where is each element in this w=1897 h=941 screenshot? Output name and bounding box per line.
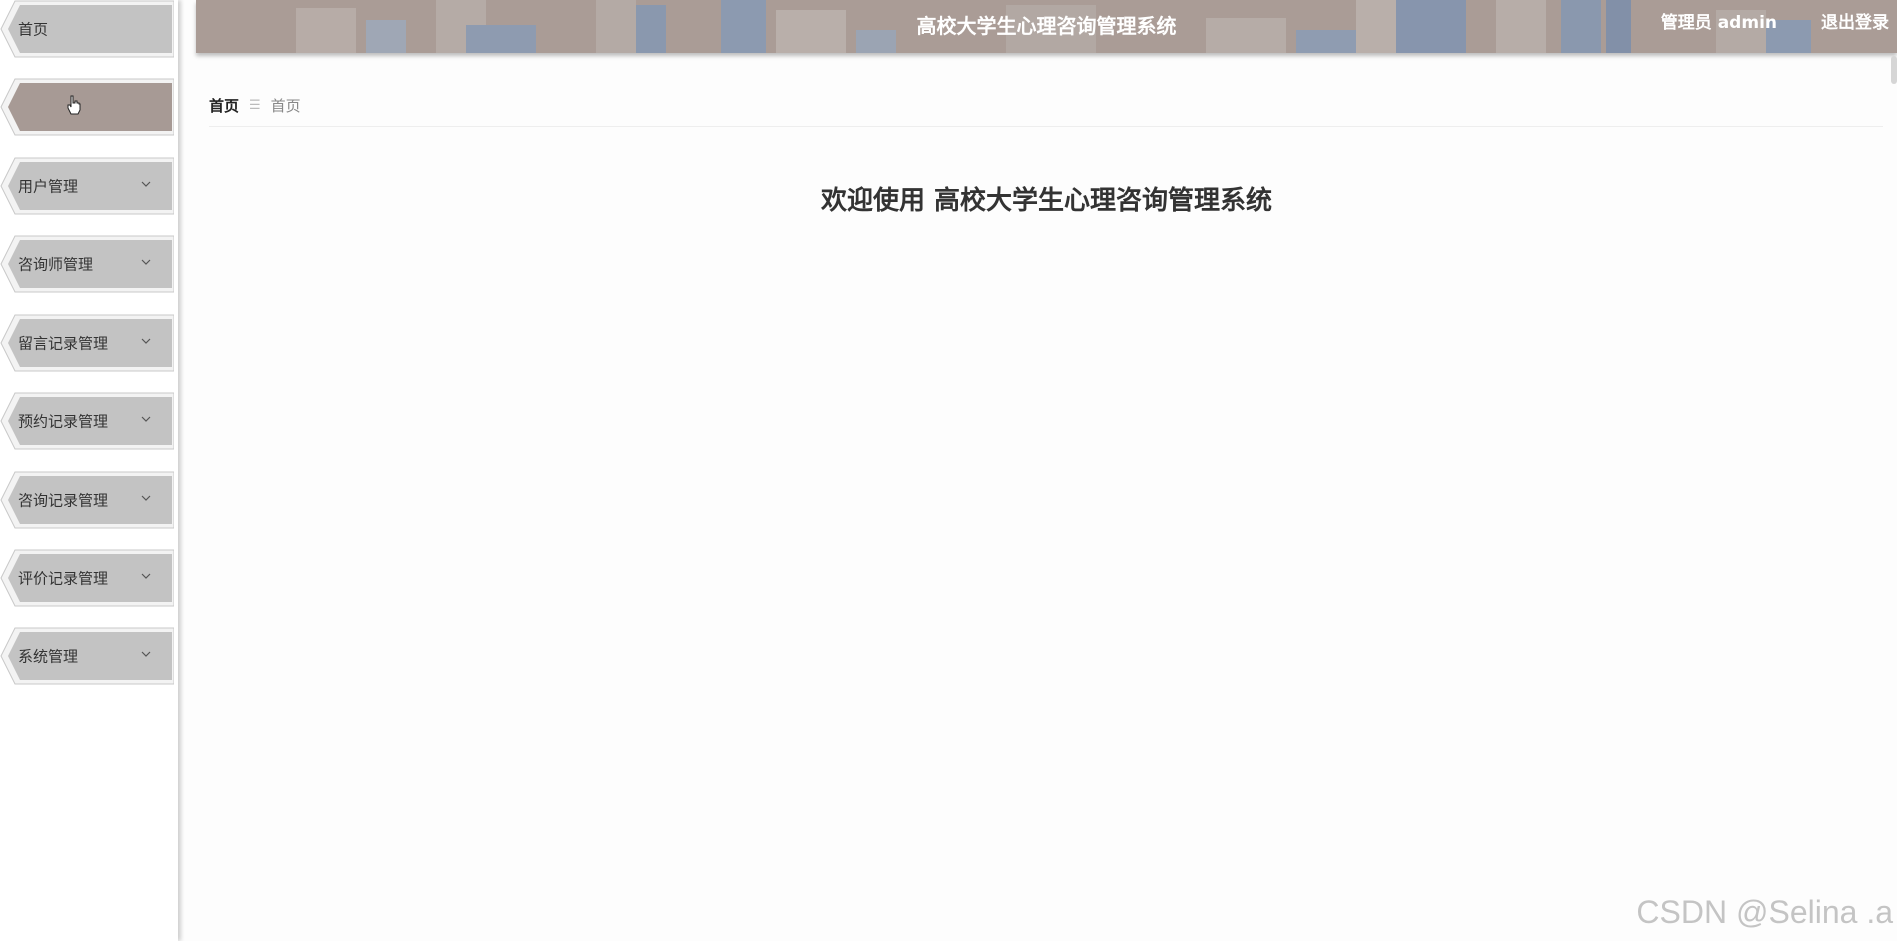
chevron-down-icon [141,573,151,579]
chevron-down-icon [141,338,151,344]
sidebar-item-label: 评价记录管理 [18,569,109,588]
sidebar: 首页 用户管理 咨询师管理 留言记录管理 预约记录管理 咨询记录管理 评价记录管… [0,0,178,941]
chevron-down-icon [141,416,151,422]
sidebar-item-label: 咨询师管理 [18,255,94,274]
sidebar-item-appointment-records[interactable]: 预约记录管理 [0,392,174,450]
chevron-down-icon [141,651,151,657]
sidebar-item-label: 系统管理 [18,647,79,666]
sidebar-item-label: 预约记录管理 [18,412,109,431]
breadcrumb-divider [209,126,1883,127]
sidebar-item-user-management[interactable]: 用户管理 [0,157,174,215]
sidebar-item-label: 咨询记录管理 [18,491,109,510]
chevron-down-icon [141,181,151,187]
sidebar-item-review-records[interactable]: 评价记录管理 [0,549,174,607]
watermark-text: CSDN @Selina .a [1636,894,1893,930]
chevron-down-icon [141,495,151,501]
breadcrumb-separator-icon: ☰ [249,98,261,113]
sidebar-item-consultation-records[interactable]: 咨询记录管理 [0,471,174,529]
breadcrumb: 首页 ☰ 首页 [209,95,301,116]
sidebar-item-label: 首页 [18,20,49,39]
breadcrumb-home-link[interactable]: 首页 [209,95,239,116]
chevron-down-icon [141,259,151,265]
top-header: 高校大学生心理咨询管理系统 管理员 admin 退出登录 [196,0,1897,53]
scrollbar-thumb[interactable] [1891,56,1897,84]
sidebar-item-active[interactable] [0,78,174,136]
sidebar-item-message-records[interactable]: 留言记录管理 [0,314,174,372]
sidebar-item-label: 用户管理 [18,177,79,196]
sidebar-item-home[interactable]: 首页 [0,0,174,58]
app-root: 首页 用户管理 咨询师管理 留言记录管理 预约记录管理 咨询记录管理 评价记录管… [0,0,1897,941]
logout-link[interactable]: 退出登录 [1821,8,1889,33]
welcome-heading: 欢迎使用 高校大学生心理咨询管理系统 [820,186,1273,216]
sidebar-item-system-management[interactable]: 系统管理 [0,627,174,685]
sidebar-item-counselor-management[interactable]: 咨询师管理 [0,235,174,293]
breadcrumb-current: 首页 [270,97,301,115]
current-user-label: 管理员 admin [1660,13,1777,33]
app-title: 高校大学生心理咨询管理系统 [916,14,1177,38]
sidebar-item-label: 留言记录管理 [18,334,109,353]
hand-cursor-icon [67,95,81,115]
menu-item-shape [0,78,174,136]
